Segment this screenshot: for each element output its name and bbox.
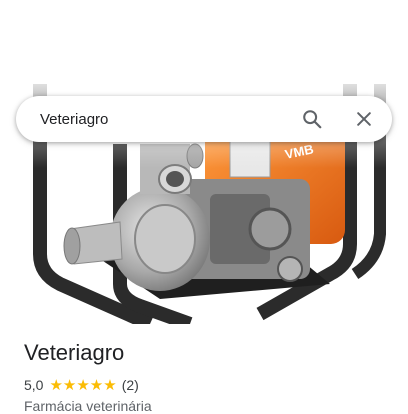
rating-value: 5,0	[24, 377, 44, 393]
rating-row[interactable]: 5,0 ★★★★★ (2)	[24, 376, 139, 394]
place-title: Veteriagro	[24, 340, 125, 365]
search-icon[interactable]	[292, 99, 332, 139]
review-count[interactable]: (2)	[122, 377, 139, 393]
search-input[interactable]: Veteriagro	[40, 111, 292, 128]
close-icon[interactable]	[344, 99, 384, 139]
top-blank-area	[0, 0, 408, 84]
star-rating-icons: ★★★★★	[49, 377, 117, 394]
place-category: Farmácia veterinária	[24, 398, 152, 414]
search-bar[interactable]: Veteriagro	[16, 96, 392, 142]
